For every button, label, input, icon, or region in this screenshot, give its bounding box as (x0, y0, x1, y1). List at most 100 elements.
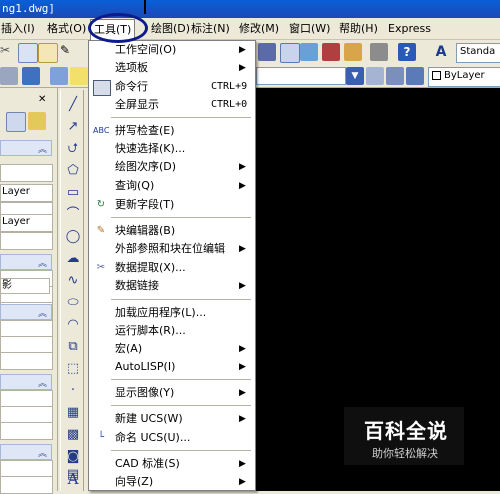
cut-icon[interactable]: ✂ (0, 43, 18, 61)
menu-item-block-editor[interactable]: ✎ 块编辑器(B) (89, 222, 255, 240)
layer-manager-icon[interactable] (0, 67, 18, 85)
point-icon[interactable]: · (64, 382, 82, 400)
menu-item-run-script[interactable]: 运行脚本(R)... (89, 322, 255, 340)
menu-item-palettes[interactable]: 选项板 ▶ (89, 59, 255, 77)
insert-block-icon[interactable]: ⧉ (64, 338, 82, 356)
text-style-select[interactable]: Standa (456, 43, 500, 63)
select-objects-icon[interactable] (6, 112, 26, 132)
menu-item-new-ucs[interactable]: 新建 UCS(W) ▶ (89, 410, 255, 428)
watermark: 百科全说 助你轻松解决 (344, 407, 464, 465)
menu-item-shortcut: CTRL+9 (211, 81, 248, 92)
prop-row-f[interactable] (0, 352, 53, 370)
layer-row-3[interactable] (0, 232, 53, 250)
submenu-arrow-icon: ▶ (239, 388, 246, 398)
ellipse-arc-icon[interactable]: ◠ (64, 316, 82, 334)
ellipse-icon[interactable]: ⬭ (64, 294, 82, 312)
menu-draw[interactable]: 绘图(D) (148, 18, 193, 40)
construction-line-icon[interactable]: ↗ (64, 118, 82, 136)
prop-row-i[interactable] (0, 422, 53, 440)
close-icon[interactable]: ✕ (38, 94, 46, 105)
menu-item-spelling[interactable]: ABC 拼写检查(E) (89, 122, 255, 140)
menu-item-load-application[interactable]: 加载应用程序(L)... (89, 304, 255, 322)
multiline-text-icon[interactable]: A (64, 470, 82, 488)
menu-window[interactable]: 窗口(W) (286, 18, 333, 40)
make-current-icon[interactable] (366, 67, 384, 85)
menu-item-quick-select[interactable]: 快速选择(K)... (89, 140, 255, 158)
section-header-3d[interactable]: ︽ (0, 254, 52, 270)
menu-separator (111, 299, 251, 300)
hatch-icon[interactable]: ▦ (64, 404, 82, 422)
menu-separator (111, 117, 251, 118)
region-icon[interactable]: ◙ (64, 448, 82, 466)
layer-value-2[interactable]: Layer (0, 214, 53, 232)
help-icon[interactable]: ? (398, 43, 416, 61)
menu-item-label: 向导(Z) (115, 475, 154, 488)
menu-item-draw-order[interactable]: 绘图次序(D) ▶ (89, 158, 255, 176)
menu-item-macro[interactable]: 宏(A) ▶ (89, 340, 255, 358)
toolbar-icon-e[interactable] (344, 43, 362, 61)
circle-icon[interactable]: ◯ (64, 228, 82, 246)
gradient-icon[interactable]: ▩ (64, 426, 82, 444)
layer-state-icon[interactable] (22, 67, 40, 85)
bulb-icon[interactable] (70, 67, 88, 85)
make-block-icon[interactable]: ⬚ (64, 360, 82, 378)
menu-express[interactable]: Express (385, 18, 434, 40)
arc-icon[interactable]: ⌒ (64, 206, 82, 224)
menu-item-clean-screen[interactable]: 全屏显示 CTRL+0 (89, 96, 255, 114)
menu-item-workspaces[interactable]: 工作空间(O) ▶ (89, 41, 255, 59)
calculator-icon[interactable] (370, 43, 388, 61)
layer-iso-icon[interactable] (406, 67, 424, 85)
copy-icon[interactable] (18, 43, 38, 63)
menu-item-xref-in-place[interactable]: 外部参照和块在位编辑 ▶ (89, 240, 255, 258)
menu-help[interactable]: 帮助(H) (336, 18, 381, 40)
toolbar-icon-b[interactable] (280, 43, 300, 63)
line-icon[interactable]: ╱ (64, 96, 82, 114)
menu-item-inquiry[interactable]: 查询(Q) ▶ (89, 177, 255, 195)
layer-select[interactable] (256, 67, 346, 85)
match-properties-icon[interactable]: ✎ (60, 43, 78, 61)
toolbar-icon-c[interactable] (300, 43, 318, 61)
toolbar-icon-d[interactable] (322, 43, 340, 61)
menu-item-label: 查询(Q) (115, 179, 155, 192)
section-header-misc[interactable]: ︽ (0, 374, 52, 390)
layer-row-1[interactable] (0, 164, 53, 182)
spline-icon[interactable]: ∿ (64, 272, 82, 290)
menu-item-data-extraction[interactable]: ✂ 数据提取(X)... (89, 259, 255, 277)
menu-format[interactable]: 格式(O) (44, 18, 89, 40)
menu-item-display-image[interactable]: 显示图像(Y) ▶ (89, 384, 255, 402)
layer-previous-icon[interactable] (386, 67, 404, 85)
layers-icon[interactable] (50, 67, 68, 85)
polygon-icon[interactable]: ⬠ (64, 162, 82, 180)
section-header-view[interactable]: ︽ (0, 444, 52, 460)
layer-value-1[interactable]: Layer (0, 184, 53, 202)
chevron-down-icon[interactable]: ▼ (346, 67, 364, 85)
paste-icon[interactable] (38, 43, 58, 63)
quick-select-icon[interactable] (28, 112, 46, 130)
menu-modify[interactable]: 修改(M) (236, 18, 282, 40)
color-control-value: ByLayer (444, 70, 485, 81)
menu-dimension[interactable]: 标注(N) (188, 18, 233, 40)
menu-item-label: AutoLISP(I) (115, 360, 176, 373)
section-header-general[interactable]: ︽ (0, 140, 52, 156)
menu-item-autolisp[interactable]: AutoLISP(I) ▶ (89, 358, 255, 376)
revision-cloud-icon[interactable]: ☁ (64, 250, 82, 268)
menu-item-cad-standards[interactable]: CAD 标准(S) ▶ (89, 455, 255, 473)
prop-row-k[interactable] (0, 476, 53, 494)
menu-item-data-links[interactable]: 数据链接 ▶ (89, 277, 255, 295)
menu-insert[interactable]: 插入(I) (0, 18, 38, 40)
menu-item-named-ucs[interactable]: └ 命名 UCS(U)... (89, 429, 255, 447)
rectangle-icon[interactable]: ▭ (64, 184, 82, 202)
polyline-icon[interactable]: ⮍ (64, 140, 82, 158)
menu-separator (111, 379, 251, 380)
color-control[interactable]: ByLayer (428, 67, 500, 87)
menu-item-update-fields[interactable]: ↻ 更新字段(T) (89, 196, 255, 214)
watermark-subtitle: 助你轻松解决 (372, 447, 438, 460)
menu-item-wizards[interactable]: 向导(Z) ▶ (89, 473, 255, 491)
toolbar-icon-a[interactable] (258, 43, 276, 61)
draw-toolbar: ╱ ↗ ⮍ ⬠ ▭ ⌒ ◯ ☁ ∿ ⬭ ◠ ⧉ ⬚ · ▦ ▩ ◙ ▤ A (60, 90, 84, 491)
submenu-arrow-icon: ▶ (239, 45, 246, 55)
section-header-geometry[interactable]: ︽ (0, 304, 52, 320)
layer-value-3[interactable]: 影 (0, 278, 50, 294)
text-style-icon[interactable]: A (432, 43, 450, 61)
menu-item-command-line[interactable]: 命令行 CTRL+9 (89, 78, 255, 96)
